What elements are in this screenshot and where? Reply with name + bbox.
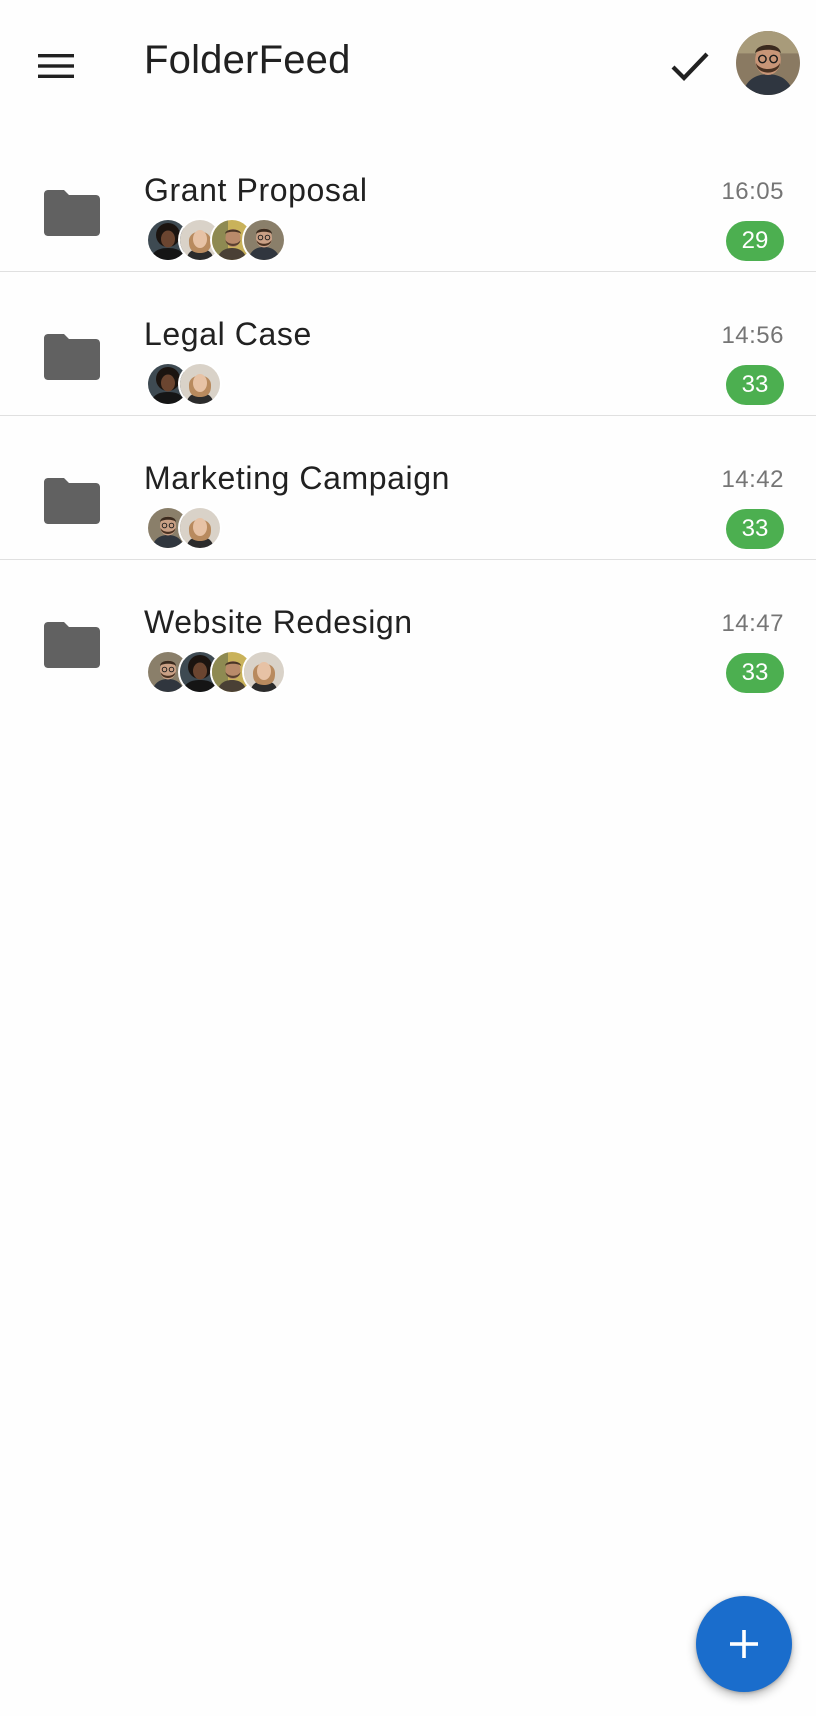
member-avatar [178,362,222,406]
top-app-bar: FolderFeed [0,0,816,128]
hamburger-menu-icon [38,54,74,78]
member-avatars [146,218,286,262]
member-avatars [146,362,222,406]
folder-name: Website Redesign [144,604,413,640]
member-avatar [178,506,222,550]
profile-avatar[interactable] [736,31,800,95]
member-avatars [146,506,222,550]
app-title: FolderFeed [144,38,351,82]
folder-row[interactable]: Marketing Campaign 14:42 33 [0,416,816,560]
folder-name: Legal Case [144,316,312,352]
folder-row[interactable]: Website Redesign 14:47 33 [0,560,816,704]
folder-list: Grant Proposal 16:05 29 Legal Case 14:56 33 Ma… [0,128,816,704]
checkmark-icon [671,52,709,82]
last-updated-time: 16:05 [721,178,784,205]
folder-name: Grant Proposal [144,172,368,208]
count-badge: 33 [726,653,784,693]
woman-light-hair-avatar [180,508,220,548]
menu-button[interactable] [20,30,92,102]
folder-name: Marketing Campaign [144,460,451,496]
last-updated-time: 14:47 [721,610,784,637]
woman-light-hair-avatar [180,364,220,404]
folder-icon [44,334,100,380]
folder-icon [44,478,100,524]
folder-row[interactable]: Legal Case 14:56 33 [0,272,816,416]
plus-icon [730,1630,758,1658]
last-updated-time: 14:42 [721,466,784,493]
member-avatars [146,650,286,694]
count-badge: 33 [726,509,784,549]
count-badge: 33 [726,365,784,405]
folder-icon [44,190,100,236]
confirm-button[interactable] [654,30,726,102]
woman-light-hair-avatar [244,652,284,692]
count-badge: 29 [726,221,784,261]
add-folder-button[interactable] [696,1596,792,1692]
member-avatar [242,650,286,694]
man-glasses-beard-avatar [244,220,284,260]
last-updated-time: 14:56 [721,322,784,349]
folder-icon [44,622,100,668]
app-screen: FolderFeed Grant Proposal 16:05 29 Legal Ca… [0,0,816,1716]
member-avatar [242,218,286,262]
folder-row[interactable]: Grant Proposal 16:05 29 [0,128,816,272]
man-glasses-beard-avatar [736,31,800,95]
